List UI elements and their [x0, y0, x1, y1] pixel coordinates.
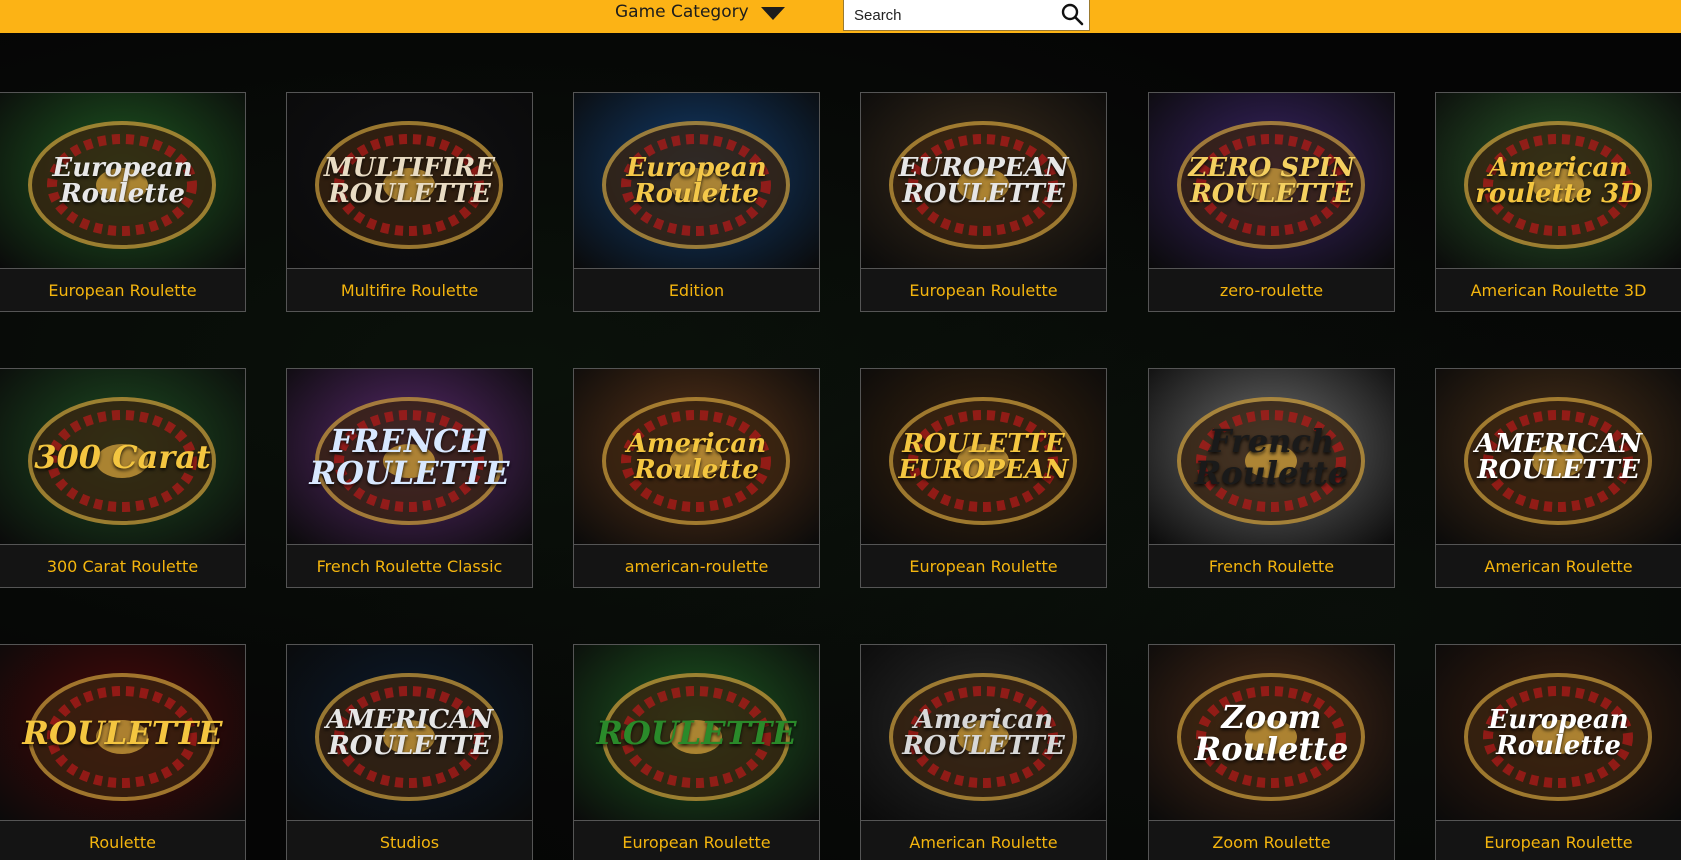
game-title[interactable]: Studios	[287, 820, 532, 860]
game-title[interactable]: European Roulette	[574, 820, 819, 860]
game-tile[interactable]: MULTIFIRE ROULETTE Multifire Roulette	[286, 92, 533, 312]
game-title[interactable]: European Roulette	[0, 268, 245, 311]
game-art-title: Zoom Roulette	[1194, 697, 1349, 768]
game-art-title: AMERICAN ROULETTE	[325, 704, 494, 761]
game-title[interactable]: European Roulette	[1436, 820, 1681, 860]
game-tile[interactable]: AMERICAN ROULETTE Studios	[286, 644, 533, 860]
game-thumbnail[interactable]: ROULETTE	[574, 645, 819, 820]
game-thumbnail[interactable]: ZERO SPIN ROULETTE	[1149, 93, 1394, 268]
game-art-title: American Roulette	[626, 428, 767, 485]
game-tile[interactable]: American ROULETTE American Roulette	[860, 644, 1107, 860]
game-thumbnail[interactable]: ROULETTE EUROPEAN	[861, 369, 1106, 544]
game-title[interactable]: American Roulette	[861, 820, 1106, 860]
game-thumbnail[interactable]: European Roulette	[574, 93, 819, 268]
game-title[interactable]: Roulette	[0, 820, 245, 860]
game-thumbnail[interactable]: European Roulette	[0, 93, 245, 268]
game-art-title: MULTIFIRE ROULETTE	[323, 152, 496, 209]
game-tile[interactable]: 300 Carat 300 Carat Roulette	[0, 368, 246, 588]
game-thumbnail[interactable]: American ROULETTE	[861, 645, 1106, 820]
game-art-title: ROULETTE	[22, 713, 223, 752]
game-tile[interactable]: EUROPEAN ROULETTE European Roulette	[860, 92, 1107, 312]
game-art-title: American ROULETTE	[902, 704, 1065, 761]
game-thumbnail[interactable]: ROULETTE	[0, 645, 245, 820]
game-title[interactable]: European Roulette	[861, 268, 1106, 311]
top-bar: Game Category	[0, 0, 1681, 33]
game-title[interactable]: French Roulette Classic	[287, 544, 532, 587]
game-thumbnail[interactable]: European Roulette	[1436, 645, 1681, 820]
game-tile[interactable]: European Roulette European Roulette	[1435, 644, 1681, 860]
game-art-title: American roulette 3D	[1475, 152, 1642, 209]
game-thumbnail[interactable]: AMERICAN ROULETTE	[1436, 369, 1681, 544]
game-title[interactable]: Edition	[574, 268, 819, 311]
game-thumbnail[interactable]: American Roulette	[574, 369, 819, 544]
game-title[interactable]: American Roulette 3D	[1436, 268, 1681, 311]
game-thumbnail[interactable]: MULTIFIRE ROULETTE	[287, 93, 532, 268]
game-title[interactable]: French Roulette	[1149, 544, 1394, 587]
game-art-title: EUROPEAN ROULETTE	[898, 152, 1069, 209]
game-title[interactable]: zero-roulette	[1149, 268, 1394, 311]
game-category-label: Game Category	[615, 2, 749, 22]
game-art-title: ROULETTE EUROPEAN	[898, 428, 1069, 485]
page-background	[0, 33, 1681, 860]
game-tile[interactable]: ROULETTE Roulette	[0, 644, 246, 860]
game-category-dropdown[interactable]: Game Category	[615, 0, 785, 24]
game-tile[interactable]: European Roulette Edition	[573, 92, 820, 312]
game-tile[interactable]: AMERICAN ROULETTE American Roulette	[1435, 368, 1681, 588]
game-thumbnail[interactable]: French Roulette	[1149, 369, 1394, 544]
game-title[interactable]: European Roulette	[861, 544, 1106, 587]
search-box	[843, 0, 1090, 31]
game-title[interactable]: 300 Carat Roulette	[0, 544, 245, 587]
game-thumbnail[interactable]: Zoom Roulette	[1149, 645, 1394, 820]
game-tile[interactable]: ROULETTE European Roulette	[573, 644, 820, 860]
game-title[interactable]: american-roulette	[574, 544, 819, 587]
game-thumbnail[interactable]: FRENCH ROULETTE	[287, 369, 532, 544]
search-icon[interactable]	[1060, 2, 1084, 26]
chevron-down-icon	[760, 6, 785, 20]
game-title[interactable]: Multifire Roulette	[287, 268, 532, 311]
game-tile[interactable]: French Roulette French Roulette	[1148, 368, 1395, 588]
game-title[interactable]: American Roulette	[1436, 544, 1681, 587]
game-art-title: European Roulette	[626, 152, 767, 209]
game-tile[interactable]: American Roulette american-roulette	[573, 368, 820, 588]
game-tile[interactable]: European Roulette European Roulette	[0, 92, 246, 312]
game-tile[interactable]: FRENCH ROULETTE French Roulette Classic	[286, 368, 533, 588]
game-thumbnail[interactable]: AMERICAN ROULETTE	[287, 645, 532, 820]
game-tile[interactable]: ROULETTE EUROPEAN European Roulette	[860, 368, 1107, 588]
game-thumbnail[interactable]: American roulette 3D	[1436, 93, 1681, 268]
game-art-title: FRENCH ROULETTE	[309, 421, 510, 492]
game-art-title: ZERO SPIN ROULETTE	[1188, 152, 1355, 209]
game-thumbnail[interactable]: EUROPEAN ROULETTE	[861, 93, 1106, 268]
game-art-title: 300 Carat	[34, 437, 211, 476]
game-thumbnail[interactable]: 300 Carat	[0, 369, 245, 544]
game-tile[interactable]: Zoom Roulette Zoom Roulette	[1148, 644, 1395, 860]
game-title[interactable]: Zoom Roulette	[1149, 820, 1394, 860]
game-tile[interactable]: ZERO SPIN ROULETTE zero-roulette	[1148, 92, 1395, 312]
game-art-title: French Roulette	[1194, 421, 1349, 492]
game-art-title: European Roulette	[52, 152, 193, 209]
game-art-title: European Roulette	[1488, 704, 1629, 761]
game-tile[interactable]: American roulette 3D American Roulette 3D	[1435, 92, 1681, 312]
search-input[interactable]	[844, 1, 1054, 29]
game-art-title: AMERICAN ROULETTE	[1474, 428, 1643, 485]
game-art-title: ROULETTE	[596, 713, 797, 752]
